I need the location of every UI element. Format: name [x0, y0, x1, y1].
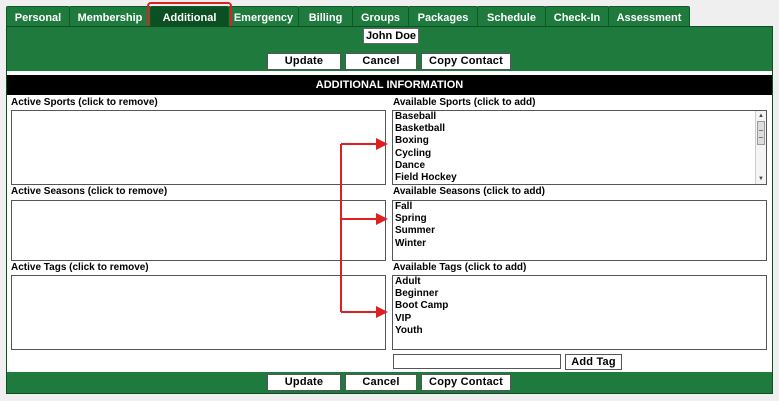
- annotation-arrows: [340, 138, 388, 318]
- arrow-head-icon: [376, 306, 388, 318]
- arrow-head-icon: [376, 213, 388, 225]
- arrow-head-icon: [376, 138, 388, 150]
